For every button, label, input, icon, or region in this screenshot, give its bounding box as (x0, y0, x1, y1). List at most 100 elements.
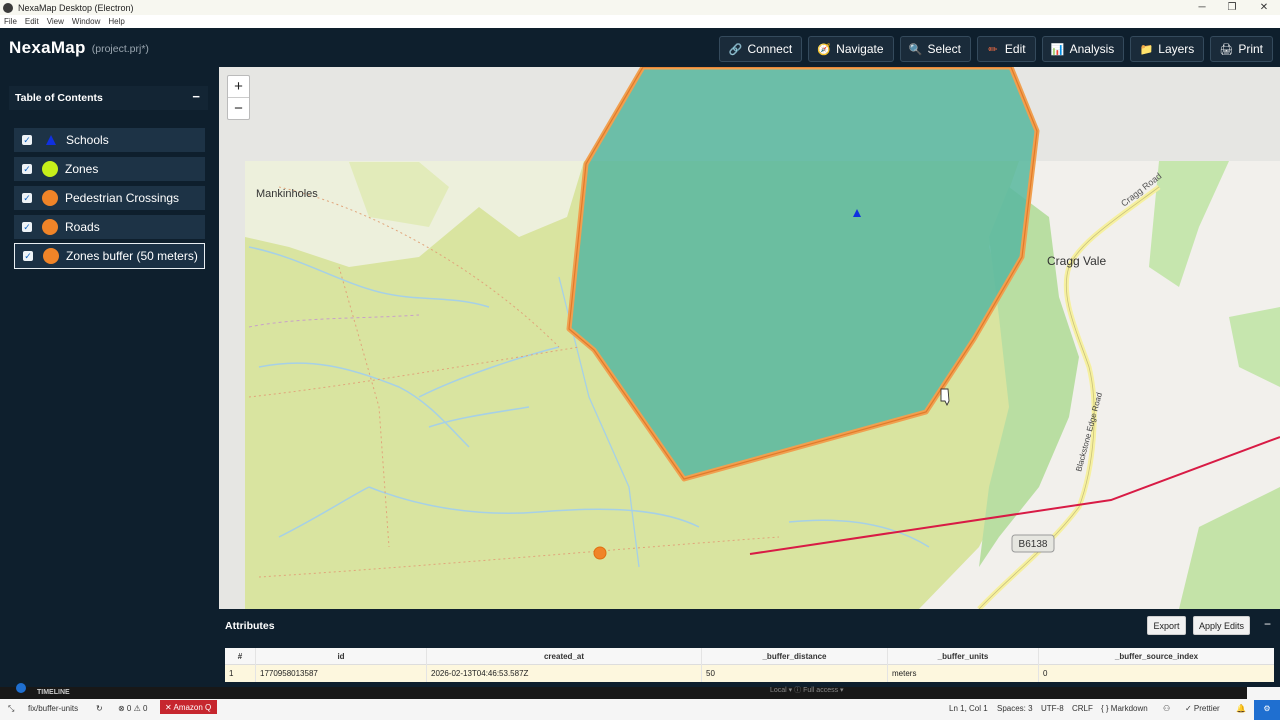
toc-collapse-button[interactable]: − (192, 89, 200, 104)
print-label: Print (1238, 42, 1263, 56)
navigate-button[interactable]: 🧭 Navigate (808, 36, 894, 62)
place-label-cragg-vale: Cragg Vale (1047, 254, 1107, 268)
export-button[interactable]: Export (1147, 616, 1186, 635)
menu-view[interactable]: View (47, 17, 64, 26)
prettier-status[interactable]: ✓ Prettier (1185, 704, 1220, 713)
layer-checkbox[interactable]: ✓ (23, 251, 33, 261)
select-button[interactable]: 🔍 Select (899, 36, 971, 62)
remote-icon[interactable]: ⤡ (8, 704, 14, 714)
edit-label: Edit (1004, 42, 1026, 56)
print-button[interactable]: 🖨 Print (1210, 36, 1273, 62)
compass-icon: 🧭 (817, 43, 832, 56)
app-icon (3, 2, 13, 13)
connect-label: Connect (747, 42, 793, 56)
printer-icon: 🖨 (1219, 43, 1234, 56)
status-bar: ⤡ fix/buffer-units ↻ ⊗ 0 ⚠ 0 ✕ Amazon Q … (0, 700, 1280, 720)
place-label-mankinholes: Mankinholes (256, 188, 318, 200)
layer-item-schools[interactable]: ✓ Schools (14, 128, 205, 152)
menu-bar: File Edit View Window Help (0, 15, 1280, 28)
column-header[interactable]: id (256, 648, 427, 665)
layer-item-zones-buffer[interactable]: ✓ Zones buffer (50 meters) (14, 243, 205, 269)
encoding-status[interactable]: UTF-8 (1041, 704, 1064, 713)
brand-logo: NexaMap (9, 37, 86, 57)
select-label: Select (927, 42, 961, 56)
timeline-label[interactable]: TIMELINE (37, 689, 70, 696)
layer-checkbox[interactable]: ✓ (22, 164, 32, 174)
navigate-label: Navigate (836, 42, 884, 56)
layer-checkbox[interactable]: ✓ (22, 193, 32, 203)
layer-item-zones[interactable]: ✓ Zones (14, 157, 205, 181)
toc-header: Table of Contents − (9, 86, 208, 110)
menu-file[interactable]: File (4, 17, 17, 26)
connect-button[interactable]: 🔗 Connect (719, 36, 803, 62)
analysis-button[interactable]: 📊 Analysis (1041, 36, 1125, 62)
circle-symbol-icon (42, 219, 58, 235)
cursor-position[interactable]: Ln 1, Col 1 (949, 704, 988, 713)
zoom-in-button[interactable]: + (228, 76, 249, 98)
menu-edit[interactable]: Edit (25, 17, 39, 26)
toc-title: Table of Contents (15, 92, 103, 104)
layer-item-pedestrian-crossings[interactable]: ✓ Pedestrian Crossings (14, 186, 205, 210)
svg-text:B6138: B6138 (1019, 539, 1048, 550)
access-hint: Local ▾ ⓘ Full access ▾ (770, 687, 844, 694)
folder-icon: 📁 (1139, 43, 1154, 56)
problems-status[interactable]: ⊗ 0 ⚠ 0 (118, 704, 147, 713)
attributes-panel: Attributes Export Apply Edits − # id cre… (219, 609, 1280, 687)
table-cell: 1 (225, 665, 256, 682)
map-canvas: B6138 Cragg Road Blackstone Edge Road (219, 67, 1280, 609)
layers-button[interactable]: 📁 Layers (1130, 36, 1205, 62)
column-header[interactable]: created_at (427, 648, 702, 665)
edit-button[interactable]: ✏ Edit (976, 36, 1036, 62)
zoom-out-button[interactable]: − (228, 98, 249, 120)
sync-icon[interactable]: ↻ (96, 704, 103, 713)
circle-symbol-icon (42, 161, 58, 177)
table-cell[interactable]: 50 (702, 665, 888, 682)
analysis-label: Analysis (1069, 42, 1115, 56)
layer-label: Zones buffer (50 meters) (66, 249, 198, 263)
window-title: NexaMap Desktop (Electron) (18, 2, 134, 13)
map-view[interactable]: B6138 Cragg Road Blackstone Edge Road + … (219, 67, 1280, 609)
timeline-bar: TIMELINE Local ▾ ⓘ Full access ▾ (0, 683, 1247, 699)
table-cell[interactable]: 0 (1039, 665, 1274, 682)
amazon-q-status[interactable]: ✕ Amazon Q (160, 700, 217, 714)
pencil-icon: ✏ (988, 43, 998, 56)
column-header[interactable]: _buffer_source_index (1039, 648, 1274, 665)
table-cell[interactable]: 2026-02-13T04:46:53.587Z (427, 665, 702, 682)
editor-background: TIMELINE Local ▾ ⓘ Full access ▾ ⤡ fix/b… (0, 683, 1280, 720)
layers-label: Layers (1158, 42, 1195, 56)
badge-icon (16, 683, 26, 693)
project-name: (project.prj*) (91, 43, 149, 55)
branch-status[interactable]: fix/buffer-units (28, 704, 78, 713)
triangle-symbol-icon (46, 135, 56, 145)
language-status[interactable]: { } Markdown (1101, 704, 1148, 713)
table-cell[interactable]: 1770958013587 (256, 665, 427, 682)
minimize-button[interactable]: ─ (1187, 0, 1217, 15)
column-header[interactable]: _buffer_units (888, 648, 1039, 665)
column-header[interactable]: # (225, 648, 256, 665)
layer-label: Schools (66, 133, 109, 147)
link-icon: 🔗 (728, 43, 743, 56)
menu-help[interactable]: Help (108, 17, 124, 26)
indent-status[interactable]: Spaces: 3 (997, 704, 1033, 713)
column-header[interactable]: _buffer_distance (702, 648, 888, 665)
copilot-icon[interactable]: ⚇ (1163, 704, 1170, 713)
menu-window[interactable]: Window (72, 17, 100, 26)
settings-gear-icon[interactable]: ⚙ (1254, 700, 1280, 720)
layer-checkbox[interactable]: ✓ (22, 222, 32, 232)
apply-edits-button[interactable]: Apply Edits (1193, 616, 1250, 635)
attribute-table: # id created_at _buffer_distance _buffer… (225, 648, 1274, 682)
maximize-button[interactable]: ❐ (1217, 0, 1247, 15)
table-cell[interactable]: meters (888, 665, 1039, 682)
notification-icon[interactable]: 🔔 (1236, 704, 1246, 713)
circle-symbol-icon (42, 190, 58, 206)
layer-item-roads[interactable]: ✓ Roads (14, 215, 205, 239)
close-button[interactable]: ✕ (1249, 0, 1279, 15)
table-row[interactable]: 1 1770958013587 2026-02-13T04:46:53.587Z… (225, 665, 1274, 682)
bar-chart-icon: 📊 (1050, 43, 1065, 56)
attributes-title: Attributes (225, 620, 275, 632)
window-titlebar: NexaMap Desktop (Electron) ─ ❐ ✕ (0, 0, 1280, 15)
eol-status[interactable]: CRLF (1072, 704, 1093, 713)
layer-checkbox[interactable]: ✓ (22, 135, 32, 145)
attributes-collapse-button[interactable]: − (1264, 617, 1271, 631)
table-header-row: # id created_at _buffer_distance _buffer… (225, 648, 1274, 665)
